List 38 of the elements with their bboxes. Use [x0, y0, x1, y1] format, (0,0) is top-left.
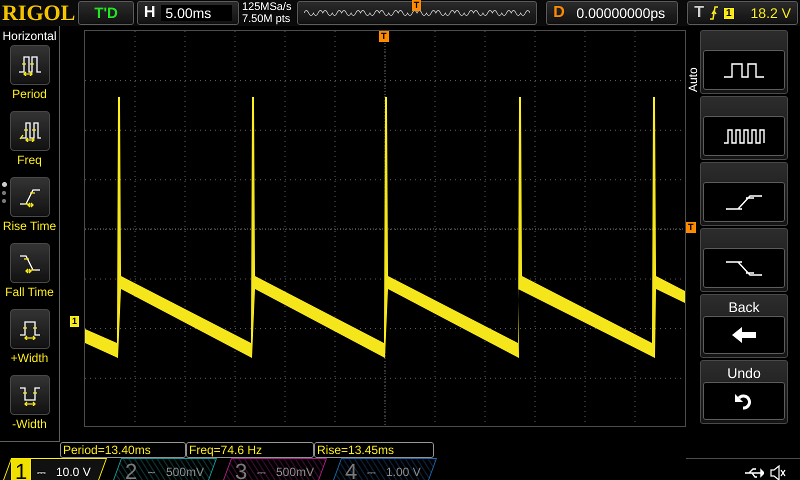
measurement-readout: Period=13.40ms — [60, 442, 186, 458]
channel-tab[interactable]: 1 ⎓ 10.0 V — [0, 458, 108, 480]
measurement-readout: Rise=13.45ms — [314, 442, 434, 458]
mode-label: Auto — [686, 66, 700, 92]
back-arrow-icon — [731, 326, 757, 344]
pulse-icon — [722, 61, 766, 79]
rising-edge-icon — [710, 6, 718, 20]
frequency-icon — [16, 120, 42, 142]
timebase-field[interactable]: H 5.00ms — [136, 1, 239, 25]
muted-speaker-icon — [770, 464, 786, 480]
page-dot[interactable] — [2, 182, 7, 187]
menu-title: Horizontal — [2, 28, 57, 45]
period-icon — [16, 54, 42, 76]
channel-tab[interactable]: 4 ⎓ 1.00 V — [330, 458, 438, 480]
softkey-button[interactable]: Back — [700, 294, 788, 358]
pulse-train-icon — [722, 127, 766, 145]
trigger-position-marker: T — [379, 31, 388, 42]
channel-tab[interactable]: 2 ~ 500mV — [110, 458, 218, 480]
memory-depth: 7.50M pts — [242, 13, 292, 25]
measurement-readout: Freq=74.6 Hz — [186, 442, 314, 458]
run-status[interactable]: T'D — [78, 1, 134, 25]
edge-option-button[interactable] — [700, 96, 788, 160]
trigger-field[interactable]: T 1 18.2 V — [687, 1, 798, 25]
page-dot[interactable] — [2, 191, 6, 195]
channel-tab[interactable]: 3 ⎓ 500mV — [220, 458, 328, 480]
usb-icon — [744, 466, 764, 478]
measure-button[interactable]: Fall Time — [5, 243, 54, 309]
trigger-level-marker: T — [686, 222, 696, 233]
channel-marker: 1 — [70, 316, 80, 327]
delay-field[interactable]: D 0.00000000ps — [546, 1, 678, 25]
undo-icon — [734, 392, 754, 410]
measure-button[interactable]: Rise Time — [2, 177, 56, 243]
softkey-button[interactable]: Undo — [700, 360, 788, 424]
page-dot[interactable] — [2, 199, 6, 203]
trigger-position-marker: T — [412, 0, 422, 11]
sample-rate: 125MSa/s — [242, 1, 292, 13]
trigger-source: 1 — [724, 8, 734, 18]
logo: RIGOL — [2, 0, 76, 26]
